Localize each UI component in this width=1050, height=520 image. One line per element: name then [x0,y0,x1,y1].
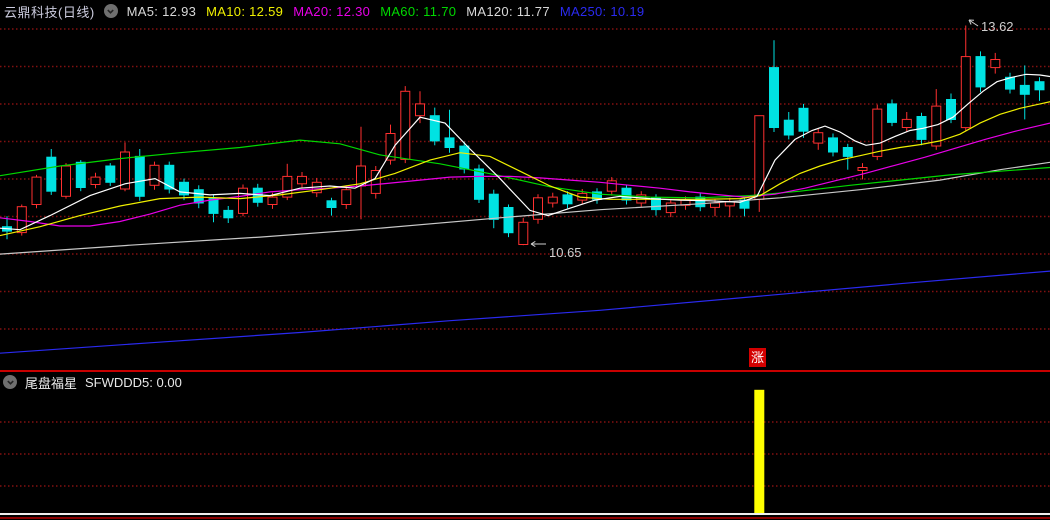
candle [503,204,514,238]
candle [1019,65,1030,120]
chevron-down-icon[interactable] [3,375,17,389]
candle [429,107,440,146]
candle [592,188,602,204]
candle [960,25,971,131]
candle [488,189,499,229]
candle [857,163,868,180]
ma-legend-item: MA120: 11.77 [466,3,550,19]
signal-badge: 涨 [749,348,766,367]
candle [695,193,706,212]
indicator-value: SFWDDD5: 0.00 [85,374,182,390]
candle [223,206,234,223]
candle [105,163,116,186]
candle [1034,77,1045,101]
candle [518,217,529,246]
sub-panel-header: 尾盘福星 SFWDDD5: 0.00 [3,374,182,391]
annotation-arrow [530,240,546,248]
candle [356,126,366,220]
panel-divider [0,370,1050,372]
price-annotation-low: 10.65 [549,245,582,260]
candle [31,174,42,209]
bottom-border [0,517,1050,519]
indicator-name: 尾盘福星 [25,375,78,391]
candle [724,197,735,218]
candle [990,52,1001,74]
chart-svg [0,19,1050,519]
ma-legend: MA5: 12.93 MA10: 12.59 MA20: 12.30 MA60: 11… [127,4,645,19]
zero-baseline [0,513,1050,515]
candle [149,161,160,190]
candle [61,163,71,199]
ma-legend-item: MA60: 11.70 [380,3,457,19]
candle [975,51,986,93]
candle [400,86,411,164]
candle [179,178,189,201]
candle [533,194,543,224]
candle [887,99,897,127]
ma-line-MA5 [0,73,1050,231]
chart-canvas[interactable] [0,0,1050,520]
candle [842,143,853,170]
stock-chart-window: 云鼎科技(日线) MA5: 12.93 MA10: 12.59 MA20: 12.3… [0,0,1050,520]
candle [164,161,175,194]
candle [46,149,57,195]
candle [90,172,101,189]
candle [297,172,307,188]
candle [621,184,632,205]
candle [341,185,352,209]
chevron-down-icon[interactable] [103,4,118,18]
main-panel-header: 云鼎科技(日线) MA5: 12.93 MA10: 12.59 MA20: 12.3… [4,2,644,20]
candle [783,112,794,140]
candle [828,133,838,157]
annotation-arrow [968,19,979,27]
candle [901,112,912,132]
candle [769,40,779,132]
candle [547,192,558,208]
ma-legend-item: MA250: 10.19 [559,3,645,19]
candle [754,115,765,212]
gridlines [0,28,1050,487]
stock-title: 云鼎科技(日线) [4,4,95,20]
candle [1005,72,1015,94]
candle [665,199,676,218]
candle [680,196,691,210]
candle [75,160,86,192]
candle [813,129,824,150]
candle [2,216,12,240]
ma-legend-item: MA5: 12.93 [126,3,197,19]
indicator-bar [754,389,765,514]
price-annotation-high: 13.62 [981,19,1014,34]
candle [326,197,337,216]
ma-legend-item: MA20: 12.30 [293,3,371,19]
candles [2,25,1045,246]
ma-line-MA250 [0,270,1050,354]
candle [238,184,248,217]
candle [606,177,617,196]
ma-legend-item: MA10: 12.59 [206,3,284,19]
